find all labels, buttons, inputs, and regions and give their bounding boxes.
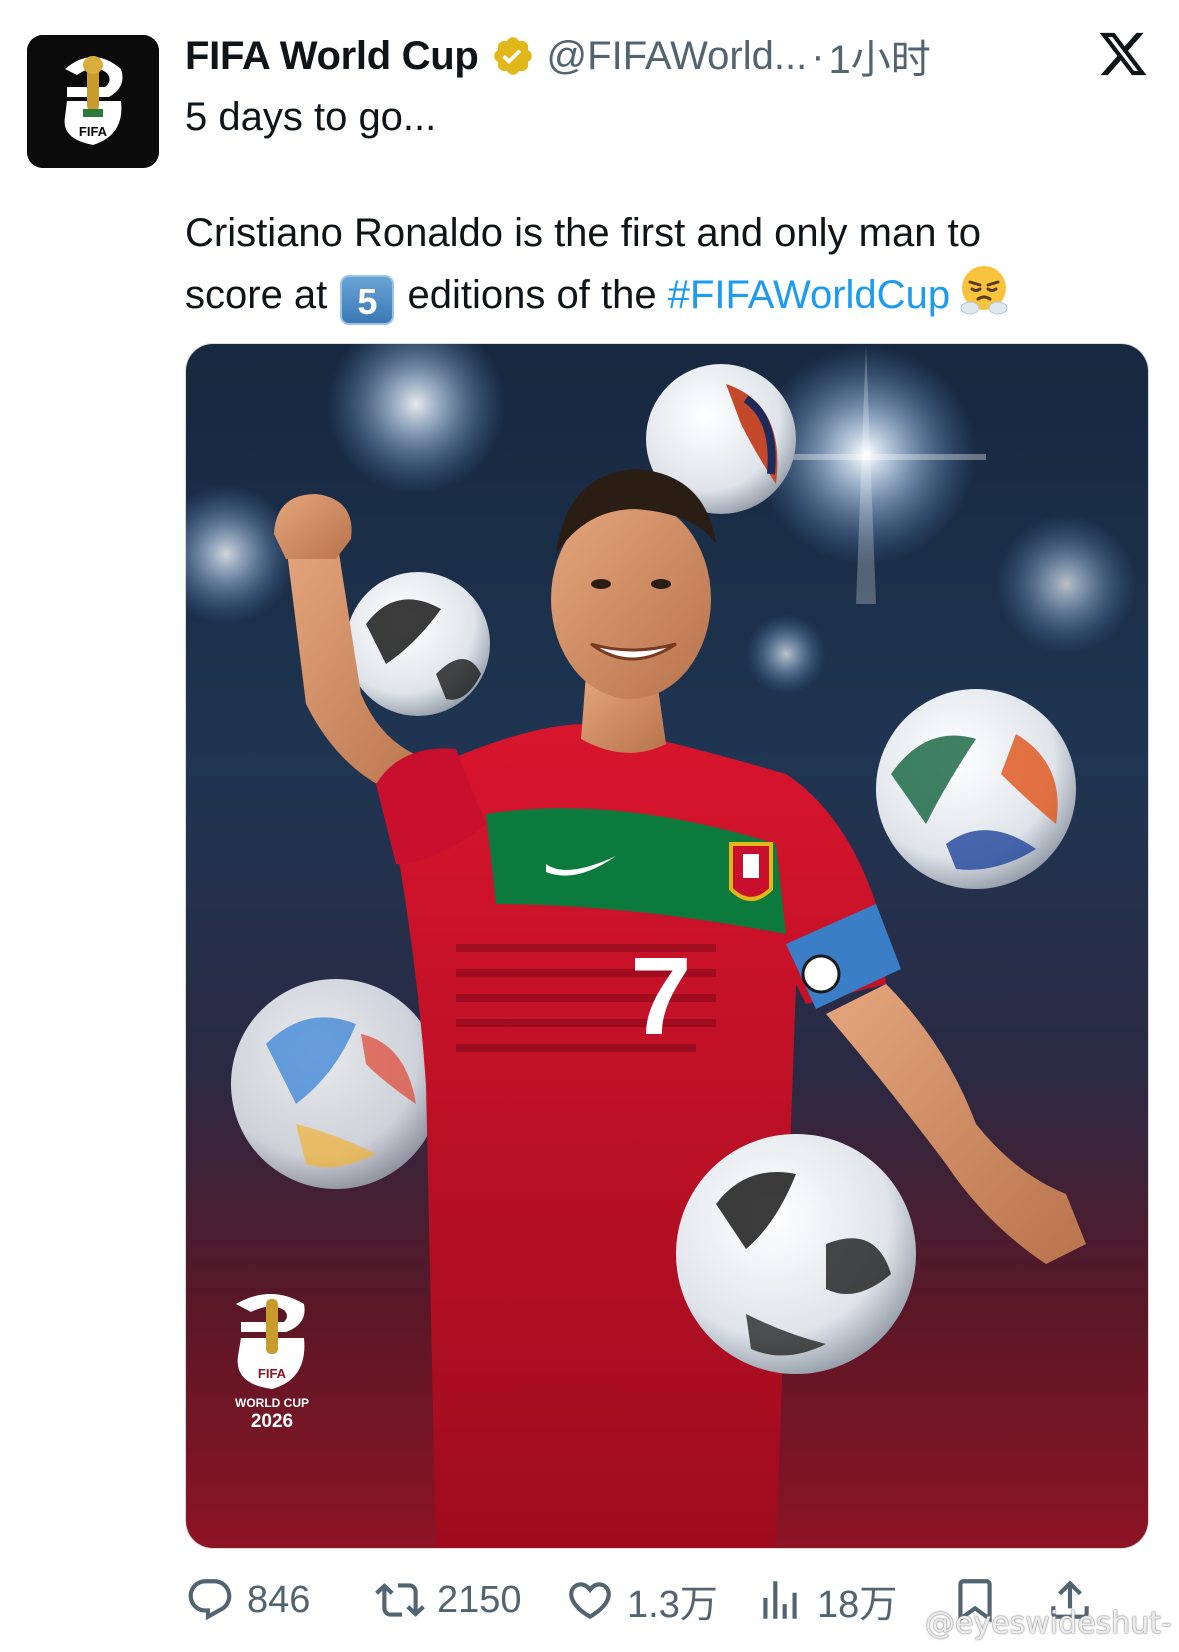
like-button[interactable]: 1.3万 [565, 1565, 718, 1635]
reply-button[interactable]: 846 [185, 1565, 310, 1635]
tweet-line-1: 5 days to go... [185, 95, 437, 139]
jersey-number: 7 [630, 935, 691, 1058]
tweet-header: FIFA World Cup @FIFAWorld... · 1小时 [185, 28, 931, 84]
avatar-fifa-text: FIFA [79, 124, 108, 139]
retweet-count: 2150 [437, 1578, 522, 1621]
tweet-text-segment: editions of the [407, 273, 657, 317]
fifa-2026-logo-icon: FIFA [27, 35, 159, 168]
ball-2014 [876, 689, 1076, 889]
tweet-media-image[interactable]: 7 FIFA WORLD CUP 2026 [185, 343, 1149, 1549]
views-chart-icon [763, 1581, 797, 1619]
views-count: 18万 [817, 1583, 898, 1626]
weibo-watermark: @eyeswideshut- [925, 1606, 1172, 1641]
author-name[interactable]: FIFA World Cup [185, 34, 479, 79]
logo-world-cup-text: WORLD CUP [235, 1396, 309, 1410]
logo-year-text: 2026 [251, 1411, 293, 1432]
retweet-icon [375, 1583, 425, 1617]
reply-icon [188, 1579, 232, 1621]
ronaldo-poster-illustration: 7 FIFA WORLD CUP 2026 [186, 344, 1148, 1548]
keycap-five-emoji: 5 [340, 275, 395, 325]
tweet-line-3: score at 5 editions of the #FIFAWorldCup [185, 262, 1115, 325]
separator-dot: · [811, 33, 825, 78]
tweet-text-segment: score at [185, 273, 328, 317]
ball-2018 [676, 1134, 916, 1374]
ball-2006 [346, 572, 490, 716]
tweet-line-2: Cristiano Ronaldo is the first and only … [185, 211, 981, 255]
steam-from-nose-emoji-icon [956, 262, 1012, 318]
verified-badge-icon[interactable] [491, 34, 535, 78]
heart-icon [569, 1582, 611, 1620]
hashtag-link[interactable]: #FIFAWorldCup [668, 273, 950, 317]
ball-2022 [231, 979, 441, 1189]
x-logo-icon[interactable] [1097, 28, 1149, 80]
author-avatar[interactable]: FIFA [27, 35, 159, 168]
like-count: 1.3万 [627, 1583, 718, 1626]
post-time[interactable]: 1小时 [829, 27, 931, 85]
retweet-button[interactable]: 2150 [375, 1565, 522, 1635]
reply-count: 846 [247, 1578, 311, 1621]
tweet-text: 5 days to go... Cristiano Ronaldo is the… [185, 88, 1115, 325]
logo-fifa-text: FIFA [258, 1366, 287, 1381]
author-handle[interactable]: @FIFAWorld... [547, 34, 808, 79]
views-button[interactable]: 18万 [755, 1565, 897, 1635]
portugal-crest [729, 842, 773, 901]
